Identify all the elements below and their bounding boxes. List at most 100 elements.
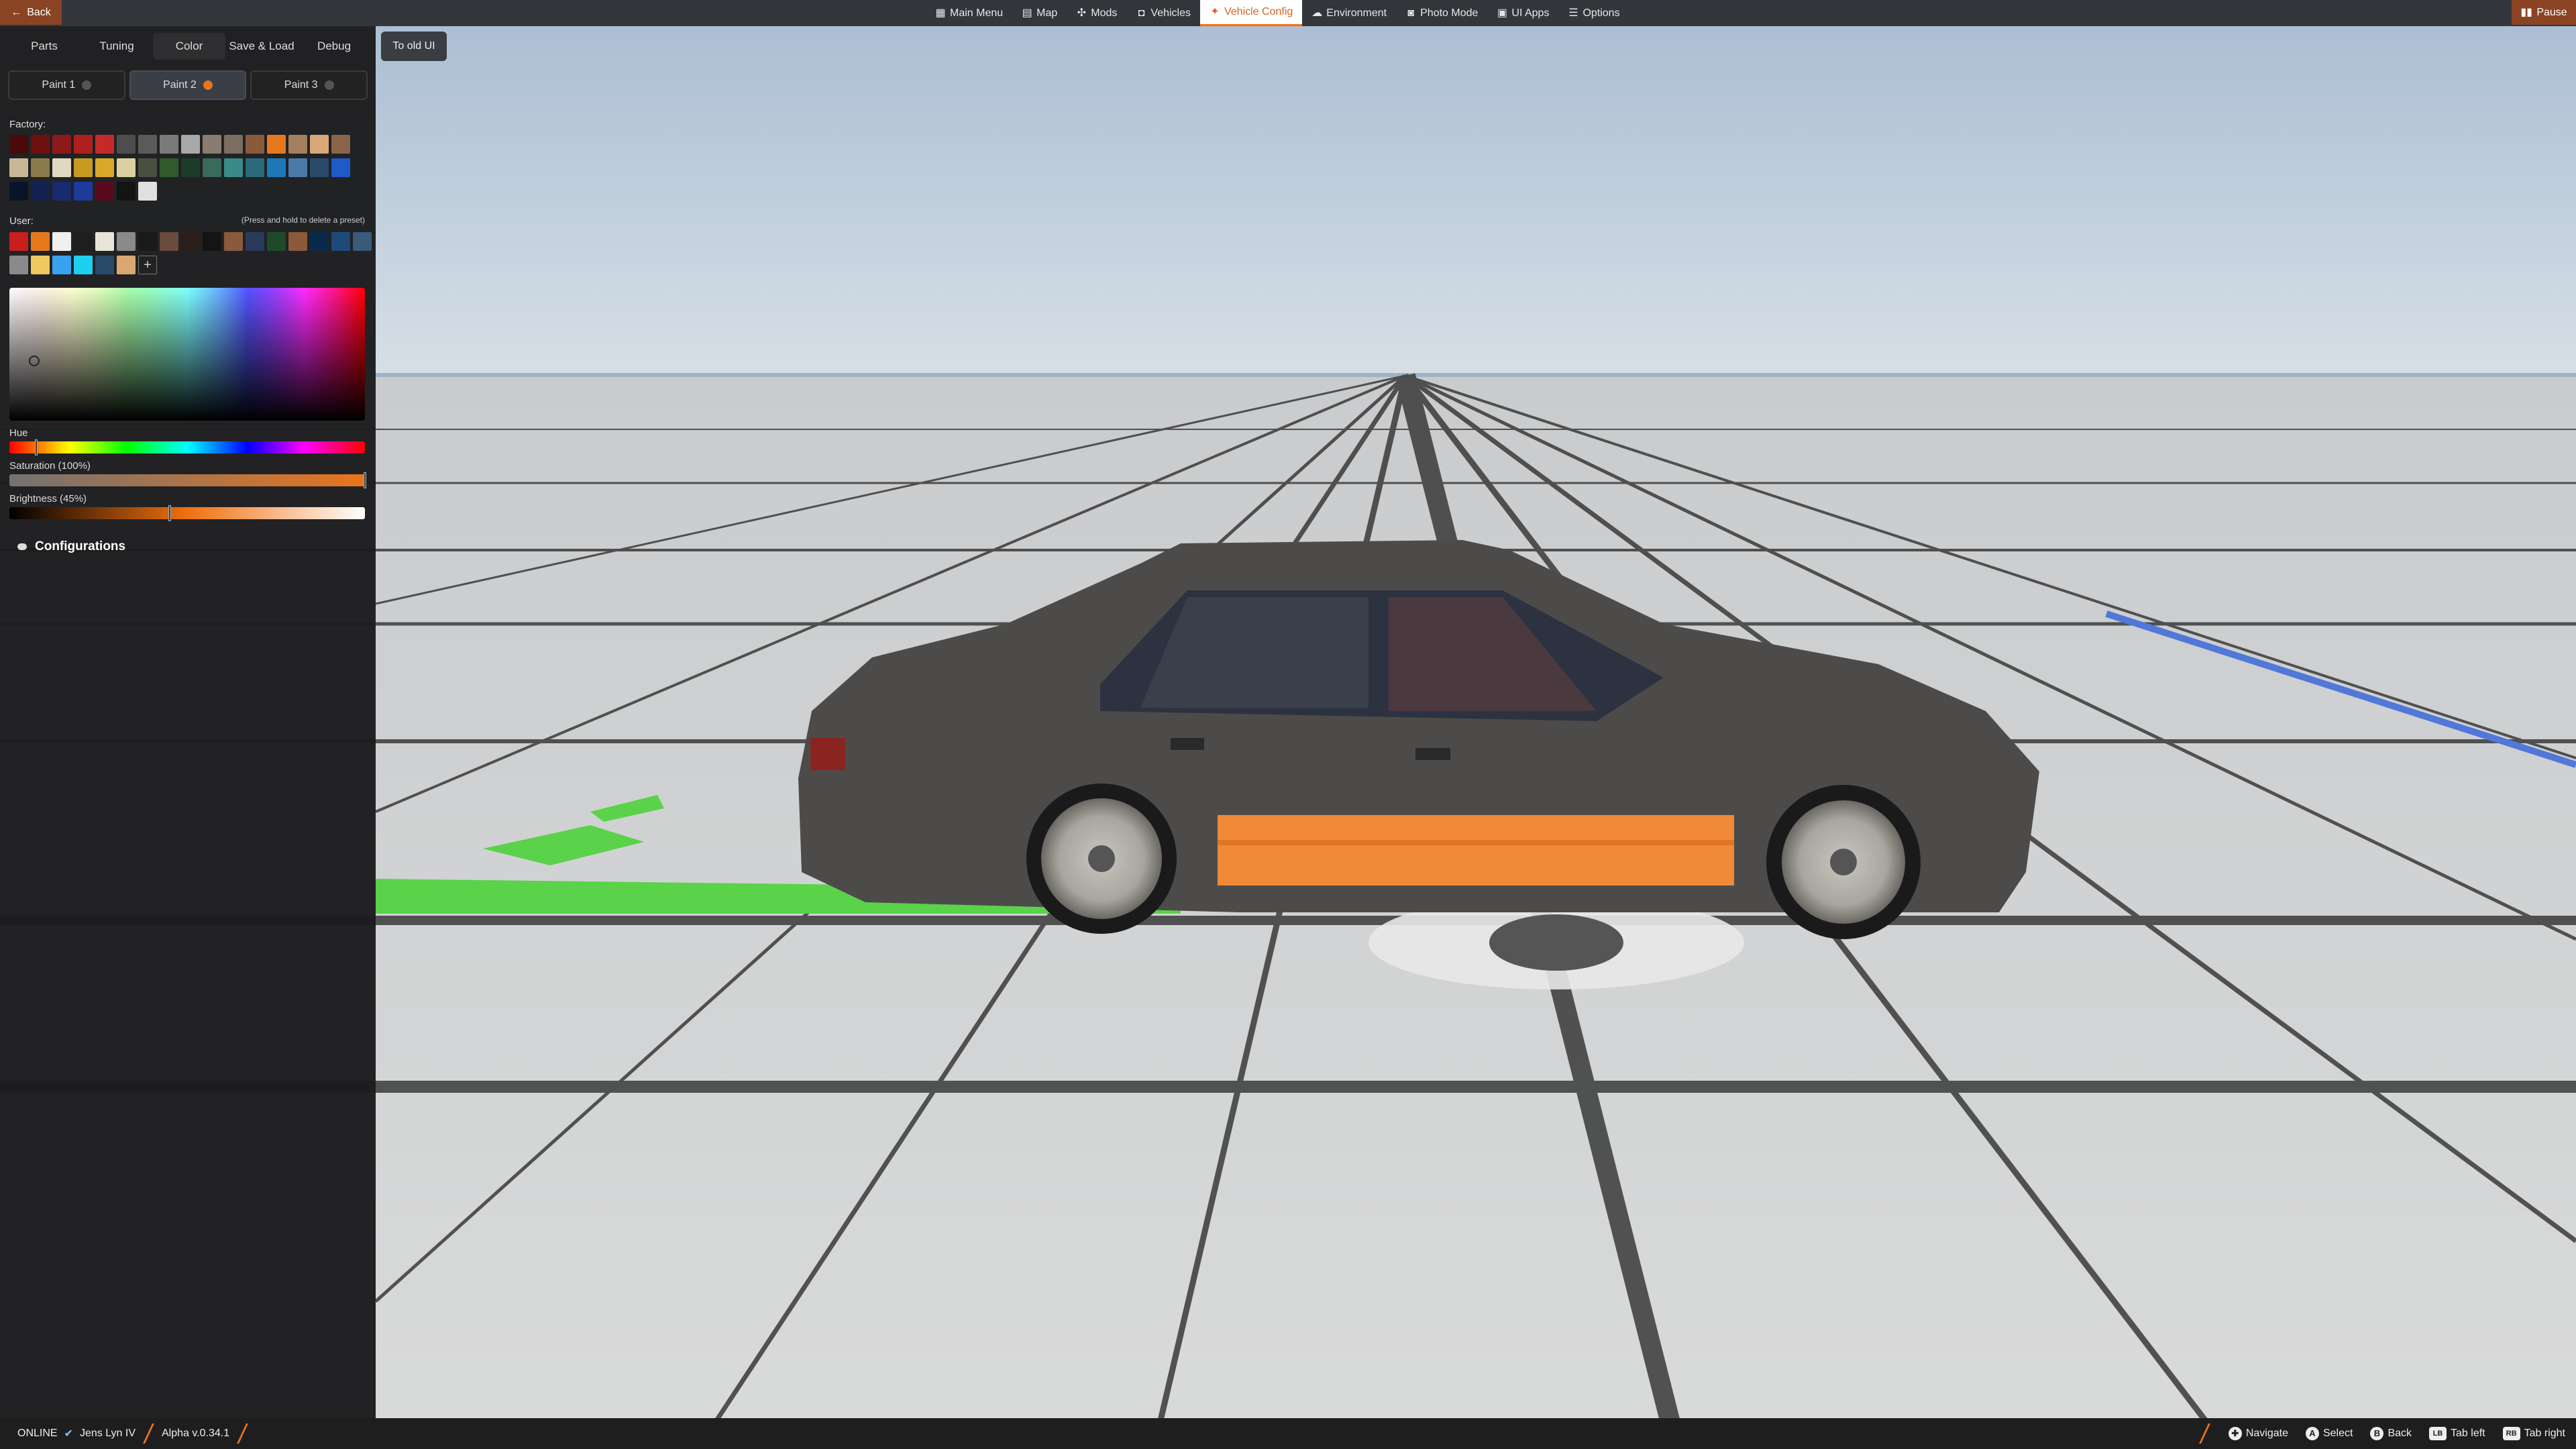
color-swatch[interactable]: [288, 232, 307, 251]
bottom-status-bar: ONLINE ✔ Jens Lyn IV Alpha v.0.34.1 ✚ Nav…: [0, 1418, 2576, 1449]
color-swatch[interactable]: [31, 158, 50, 177]
color-swatch[interactable]: [267, 135, 286, 154]
color-swatch[interactable]: [117, 232, 136, 251]
color-swatch[interactable]: [181, 135, 200, 154]
dpad-icon: ✚: [2228, 1427, 2242, 1440]
color-swatch[interactable]: [181, 232, 200, 251]
color-swatch[interactable]: [310, 232, 329, 251]
color-swatch[interactable]: [267, 158, 286, 177]
tab-paint-1[interactable]: Paint 1: [8, 70, 125, 100]
color-swatch[interactable]: [203, 135, 221, 154]
color-swatch[interactable]: [117, 256, 136, 274]
nav-ui-apps[interactable]: ▣ UI Apps: [1487, 0, 1558, 26]
hue-slider-handle[interactable]: [34, 439, 38, 455]
color-swatch[interactable]: [331, 135, 350, 154]
color-swatch[interactable]: [9, 158, 28, 177]
tab-debug[interactable]: Debug: [298, 33, 370, 60]
color-swatch[interactable]: [31, 232, 50, 251]
color-swatch[interactable]: [52, 256, 71, 274]
color-swatch[interactable]: [288, 135, 307, 154]
color-swatch[interactable]: [95, 182, 114, 201]
color-swatch[interactable]: [181, 158, 200, 177]
color-swatch[interactable]: [160, 135, 178, 154]
color-swatch[interactable]: [9, 256, 28, 274]
back-button[interactable]: ← Back: [0, 0, 62, 25]
nav-main-menu[interactable]: ▦ Main Menu: [926, 0, 1012, 26]
color-swatch[interactable]: [52, 232, 71, 251]
nav-mods[interactable]: ✣ Mods: [1067, 0, 1126, 26]
hue-slider[interactable]: [9, 439, 365, 455]
color-swatch[interactable]: [31, 135, 50, 154]
color-swatch[interactable]: [310, 158, 329, 177]
color-swatch[interactable]: [95, 232, 114, 251]
swatch-row: [0, 135, 376, 154]
color-swatch[interactable]: [310, 135, 329, 154]
configurations-section[interactable]: Configurations: [0, 539, 376, 554]
color-swatch[interactable]: [246, 232, 264, 251]
color-swatch[interactable]: [138, 158, 157, 177]
color-swatch[interactable]: [224, 158, 243, 177]
nav-label: Mods: [1091, 7, 1118, 19]
nav-vehicle-config[interactable]: ✦ Vehicle Config: [1200, 0, 1303, 26]
color-swatch[interactable]: [160, 158, 178, 177]
nav-photo-mode[interactable]: ◙ Photo Mode: [1396, 0, 1487, 26]
nav-options[interactable]: ☰ Options: [1558, 0, 1629, 26]
color-picker-handle[interactable]: [29, 355, 40, 366]
color-swatch[interactable]: [52, 182, 71, 201]
nav-environment[interactable]: ☁ Environment: [1302, 0, 1396, 26]
3d-viewport[interactable]: [0, 0, 2576, 1449]
brightness-slider-handle[interactable]: [168, 505, 171, 521]
color-swatch[interactable]: [95, 256, 114, 274]
tab-parts[interactable]: Parts: [8, 33, 80, 60]
color-swatch[interactable]: [203, 158, 221, 177]
color-swatch[interactable]: [267, 232, 286, 251]
color-swatch[interactable]: [331, 232, 350, 251]
brightness-slider[interactable]: [9, 505, 365, 521]
tab-save-load[interactable]: Save & Load: [225, 33, 298, 60]
color-swatch[interactable]: [52, 135, 71, 154]
color-swatch[interactable]: [160, 232, 178, 251]
color-swatch[interactable]: [95, 135, 114, 154]
saturation-slider-handle[interactable]: [364, 472, 366, 488]
color-swatch[interactable]: [9, 135, 28, 154]
tab-paint-3[interactable]: Paint 3: [250, 70, 368, 100]
color-swatch[interactable]: [138, 232, 157, 251]
tab-paint-2[interactable]: Paint 2: [129, 70, 247, 100]
color-swatch[interactable]: [246, 158, 264, 177]
color-swatch[interactable]: [288, 158, 307, 177]
color-swatch[interactable]: [224, 232, 243, 251]
color-swatch[interactable]: [117, 135, 136, 154]
add-preset-button[interactable]: +: [138, 256, 157, 274]
color-swatch[interactable]: [246, 135, 264, 154]
color-swatch[interactable]: [74, 232, 93, 251]
old-ui-button[interactable]: To old UI: [381, 32, 447, 61]
color-swatch[interactable]: [203, 232, 221, 251]
color-swatch[interactable]: [31, 182, 50, 201]
color-swatch[interactable]: [224, 135, 243, 154]
color-swatch[interactable]: [95, 158, 114, 177]
color-swatch[interactable]: [74, 135, 93, 154]
color-swatch[interactable]: [31, 256, 50, 274]
nav-vehicles[interactable]: ◘ Vehicles: [1126, 0, 1200, 26]
configurations-label: Configurations: [35, 539, 126, 553]
color-swatch[interactable]: [117, 182, 136, 201]
color-swatch[interactable]: [74, 158, 93, 177]
color-swatch[interactable]: [9, 232, 28, 251]
hint-tab-left: LB Tab left: [2429, 1427, 2485, 1440]
color-swatch[interactable]: [117, 158, 136, 177]
color-swatch[interactable]: [74, 256, 93, 274]
color-swatch[interactable]: [52, 158, 71, 177]
color-swatch[interactable]: [74, 182, 93, 201]
nav-map[interactable]: ▤ Map: [1012, 0, 1067, 26]
color-swatch[interactable]: [138, 182, 157, 201]
tab-color[interactable]: Color: [153, 33, 225, 60]
color-swatch[interactable]: [331, 158, 350, 177]
hint-label: Tab right: [2524, 1428, 2565, 1439]
tab-tuning[interactable]: Tuning: [80, 33, 153, 60]
color-picker[interactable]: [9, 288, 365, 421]
color-swatch[interactable]: [353, 232, 372, 251]
saturation-slider[interactable]: [9, 472, 366, 488]
pause-button[interactable]: ▮▮ Pause: [2512, 0, 2576, 25]
color-swatch[interactable]: [9, 182, 28, 201]
color-swatch[interactable]: [138, 135, 157, 154]
